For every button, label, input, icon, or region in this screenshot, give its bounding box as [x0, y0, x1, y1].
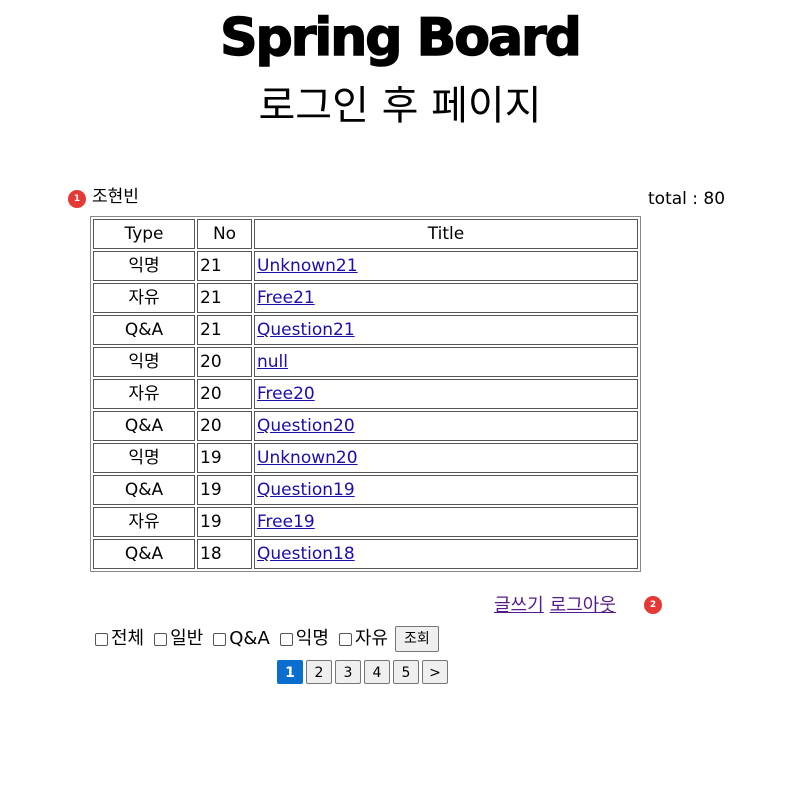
- post-title-link[interactable]: Free21: [257, 288, 315, 308]
- table-row: Q&A 18 Question18: [93, 539, 638, 569]
- post-title-link[interactable]: Free19: [257, 512, 315, 532]
- cell-type: 익명: [93, 347, 195, 377]
- cell-title: null: [254, 347, 638, 377]
- cell-no: 20: [197, 379, 252, 409]
- cell-title: Free19: [254, 507, 638, 537]
- board-table: Type No Title 익명 21 Unknown21 자유 21 Free21 Q&A…: [90, 216, 641, 572]
- cell-title: Unknown20: [254, 443, 638, 473]
- post-title-link[interactable]: Question20: [257, 416, 355, 436]
- column-header-type: Type: [93, 219, 195, 249]
- filter-option: 익명: [279, 626, 329, 652]
- board-table-body: 익명 21 Unknown21 자유 21 Free21 Q&A 21 Question21 익명…: [93, 251, 638, 569]
- post-title-link[interactable]: null: [257, 352, 288, 372]
- cell-no: 21: [197, 283, 252, 313]
- cell-title: Question19: [254, 475, 638, 505]
- pagination: 1 2 3 4 5 >: [277, 660, 451, 684]
- annotation-badge-1: 1: [68, 190, 86, 208]
- cell-type: Q&A: [93, 475, 195, 505]
- cell-title: Unknown21: [254, 251, 638, 281]
- cell-type: 익명: [93, 251, 195, 281]
- table-row: 자유 21 Free21: [93, 283, 638, 313]
- table-row: Q&A 21 Question21: [93, 315, 638, 345]
- annotation-badge-2: 2: [644, 596, 662, 614]
- action-links: 글쓰기 로그아웃: [494, 594, 622, 618]
- cell-type: Q&A: [93, 539, 195, 569]
- filter-checkbox[interactable]: [95, 632, 108, 646]
- page-button[interactable]: 2: [306, 660, 332, 684]
- filter-option: 일반: [154, 626, 203, 652]
- page-button[interactable]: 1: [277, 660, 303, 684]
- cell-type: 자유: [93, 379, 195, 409]
- column-header-title: Title: [254, 219, 638, 249]
- type-filters: 전체 일반 Q&A 익명 자유 조회: [95, 626, 439, 652]
- cell-type: Q&A: [93, 411, 195, 441]
- filter-label: 자유: [354, 628, 389, 649]
- post-title-link[interactable]: Question19: [257, 480, 355, 500]
- write-link[interactable]: 글쓰기: [494, 595, 544, 616]
- cell-type: 자유: [93, 283, 195, 313]
- filter-option: Q&A: [213, 626, 270, 652]
- cell-title: Question21: [254, 315, 638, 345]
- cell-title: Question18: [254, 539, 638, 569]
- cell-title: Question20: [254, 411, 638, 441]
- board-page: Spring Board 로그인 후 페이지 1 조현빈 total : 80 …: [0, 0, 800, 800]
- filter-checkbox[interactable]: [154, 632, 168, 646]
- page-button[interactable]: 3: [335, 660, 361, 684]
- table-row: 자유 19 Free19: [93, 507, 638, 537]
- search-button[interactable]: 조회: [395, 626, 439, 652]
- filter-checkbox[interactable]: [338, 632, 352, 646]
- filter-label: 익명: [295, 628, 329, 649]
- filter-label: 일반: [170, 628, 204, 649]
- cell-no: 20: [197, 411, 252, 441]
- cell-no: 21: [197, 251, 252, 281]
- page-button[interactable]: 4: [364, 660, 390, 684]
- user-name: 조현빈: [92, 187, 139, 207]
- table-header-row: Type No Title: [93, 219, 638, 249]
- logout-link[interactable]: 로그아웃: [550, 595, 616, 616]
- page-title: Spring Board: [219, 7, 582, 69]
- filter-label: 전체: [111, 628, 145, 649]
- next-page-button[interactable]: >: [422, 660, 448, 684]
- cell-no: 19: [197, 507, 252, 537]
- filter-label: Q&A: [229, 628, 270, 649]
- total-count: total : 80: [648, 189, 726, 209]
- filter-checkbox[interactable]: [279, 632, 293, 646]
- cell-no: 18: [197, 539, 252, 569]
- cell-no: 19: [197, 475, 252, 505]
- post-title-link[interactable]: Question18: [257, 544, 355, 564]
- cell-type: 익명: [93, 443, 195, 473]
- filter-checkbox[interactable]: [213, 632, 227, 646]
- cell-type: 자유: [93, 507, 195, 537]
- table-row: 자유 20 Free20: [93, 379, 638, 409]
- cell-no: 21: [197, 315, 252, 345]
- post-title-link[interactable]: Unknown21: [257, 256, 358, 276]
- post-title-link[interactable]: Free20: [257, 384, 315, 404]
- column-header-no: No: [197, 219, 252, 249]
- post-title-link[interactable]: Unknown20: [257, 448, 358, 468]
- table-row: 익명 21 Unknown21: [93, 251, 638, 281]
- filter-option: 전체: [95, 626, 144, 652]
- cell-title: Free21: [254, 283, 638, 313]
- table-row: Q&A 20 Question20: [93, 411, 638, 441]
- cell-type: Q&A: [93, 315, 195, 345]
- page-button[interactable]: 5: [393, 660, 419, 684]
- page-subtitle: 로그인 후 페이지: [258, 83, 542, 129]
- cell-title: Free20: [254, 379, 638, 409]
- post-title-link[interactable]: Question21: [257, 320, 355, 340]
- cell-no: 19: [197, 443, 252, 473]
- filter-option: 자유: [338, 626, 389, 652]
- table-row: 익명 20 null: [93, 347, 638, 377]
- cell-no: 20: [197, 347, 252, 377]
- table-row: Q&A 19 Question19: [93, 475, 638, 505]
- table-row: 익명 19 Unknown20: [93, 443, 638, 473]
